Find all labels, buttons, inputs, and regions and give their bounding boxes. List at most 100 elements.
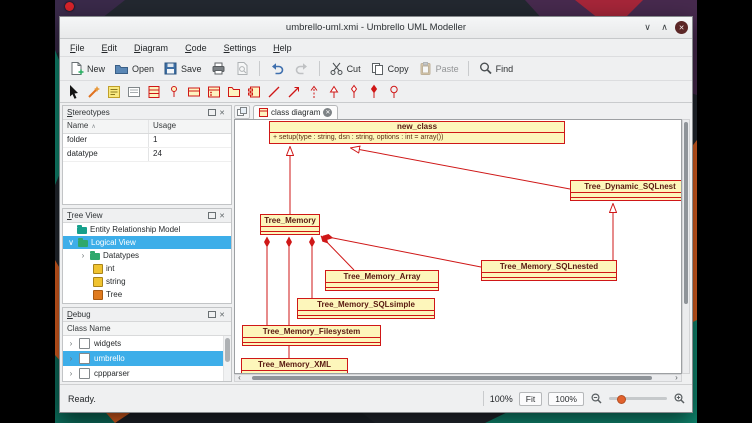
scroll-left-icon[interactable]: ‹: [235, 375, 244, 381]
tree-item-datatypes[interactable]: › Datatypes: [63, 249, 231, 262]
tree-item-string[interactable]: string: [63, 275, 231, 288]
copy-button[interactable]: Copy: [366, 59, 413, 78]
scrollbar-thumb[interactable]: [684, 122, 688, 304]
column-name[interactable]: Name∧: [63, 120, 149, 133]
stereotypes-column-headers[interactable]: Name∧ Usage: [63, 120, 231, 134]
expander-closed-icon[interactable]: ›: [67, 369, 75, 378]
expander-closed-icon[interactable]: ›: [79, 251, 87, 260]
selection-tool-button[interactable]: [65, 83, 83, 101]
zoom-slider[interactable]: [609, 392, 667, 406]
debug-column-header[interactable]: Class Name: [63, 322, 231, 336]
uml-class-tree-memory-sqlsimple[interactable]: Tree_Memory_SQLsimple: [297, 298, 435, 319]
component-tool-button[interactable]: [245, 83, 263, 101]
wand-tool-button[interactable]: [85, 83, 103, 101]
tree-item-entity-relationship-model[interactable]: Entity Relationship Model: [63, 223, 231, 236]
tree-item-int[interactable]: int: [63, 262, 231, 275]
directed-association-tool-button[interactable]: [285, 83, 303, 101]
stereotypes-header[interactable]: Stereotypes ✕: [63, 106, 231, 120]
dock-close-icon[interactable]: ✕: [217, 310, 227, 320]
aggregation-tool-button[interactable]: [345, 83, 363, 101]
zoom-value-button[interactable]: 100%: [548, 392, 584, 406]
new-label: New: [87, 64, 105, 74]
maximize-button-icon[interactable]: ∧: [658, 21, 671, 34]
class-name: new_class: [270, 122, 564, 132]
open-button[interactable]: Open: [110, 59, 158, 78]
undo-button[interactable]: [265, 59, 289, 78]
interface-tool-button[interactable]: [165, 83, 183, 101]
box-tool-button[interactable]: [125, 83, 143, 101]
diagram-canvas[interactable]: new_class + setup(type : string, dsn : s…: [234, 119, 682, 374]
cut-button[interactable]: Cut: [325, 59, 365, 78]
menu-code[interactable]: Code: [183, 42, 209, 54]
scroll-right-icon[interactable]: ›: [672, 375, 681, 381]
cut-icon: [329, 61, 344, 76]
print-button[interactable]: [207, 59, 230, 78]
dock-float-icon[interactable]: [207, 211, 217, 221]
checkbox[interactable]: [79, 368, 90, 379]
expander-closed-icon[interactable]: ›: [67, 354, 75, 363]
dock-float-icon[interactable]: [207, 310, 217, 320]
uml-class-tree-memory[interactable]: Tree_Memory: [260, 214, 320, 235]
export-button[interactable]: [231, 59, 254, 78]
table-row[interactable]: folder 1: [63, 134, 231, 148]
anchor-tool-button[interactable]: [385, 83, 403, 101]
enum-tool-button[interactable]: [205, 83, 223, 101]
find-button[interactable]: Find: [474, 59, 518, 78]
debug-item-widgets[interactable]: › widgets: [63, 336, 231, 351]
menu-diagram[interactable]: Diagram: [132, 42, 170, 54]
dependency-tool-button[interactable]: [305, 83, 323, 101]
column-usage[interactable]: Usage: [149, 120, 231, 133]
uml-class-tree-memory-array[interactable]: Tree_Memory_Array: [325, 270, 439, 291]
generalization-tool-button[interactable]: [325, 83, 343, 101]
uml-class-new-class[interactable]: new_class + setup(type : string, dsn : s…: [269, 121, 565, 144]
composition-tool-button[interactable]: [365, 83, 383, 101]
tab-class-diagram[interactable]: class diagram ✕: [253, 105, 338, 119]
slider-handle[interactable]: [617, 395, 626, 404]
dock-close-icon[interactable]: ✕: [217, 108, 227, 118]
debug-scrollbar[interactable]: [223, 336, 231, 381]
dock-close-icon[interactable]: ✕: [217, 211, 227, 221]
canvas-vertical-scrollbar[interactable]: [682, 119, 690, 374]
debug-item-cppparser[interactable]: › cppparser: [63, 366, 231, 381]
tree-item-tree[interactable]: Tree: [63, 288, 231, 301]
uml-class-tree-memory-filesystem[interactable]: Tree_Memory_Filesystem: [242, 325, 381, 346]
table-row[interactable]: datatype 24: [63, 148, 231, 162]
checkbox[interactable]: [79, 353, 90, 364]
tab-close-icon[interactable]: ✕: [323, 108, 332, 117]
diagram-list-icon: [237, 107, 247, 117]
menu-settings[interactable]: Settings: [222, 42, 259, 54]
association-tool-button[interactable]: [265, 83, 283, 101]
fit-button[interactable]: Fit: [519, 392, 542, 406]
menu-help[interactable]: Help: [271, 42, 294, 54]
close-button-icon[interactable]: ✕: [675, 21, 688, 34]
menu-file[interactable]: File: [68, 42, 87, 54]
expander-open-icon[interactable]: ∨: [67, 238, 75, 247]
minimize-button-icon[interactable]: ∨: [641, 21, 654, 34]
menu-edit[interactable]: Edit: [100, 42, 120, 54]
package-tool-button[interactable]: [225, 83, 243, 101]
uml-class-tree-memory-sqlnested[interactable]: Tree_Memory_SQLnested: [481, 260, 617, 281]
debug-header[interactable]: Debug ✕: [63, 308, 231, 322]
diagram-list-button[interactable]: [234, 105, 250, 119]
redo-button[interactable]: [290, 59, 314, 78]
expander-closed-icon[interactable]: ›: [67, 339, 75, 348]
save-button[interactable]: Save: [159, 59, 206, 78]
note-tool-button[interactable]: [105, 83, 123, 101]
checkbox[interactable]: [79, 338, 90, 349]
datatype-tool-button[interactable]: [185, 83, 203, 101]
debug-item-umbrello[interactable]: › umbrello: [63, 351, 231, 366]
uml-class-tree-dynamic-sqlnest[interactable]: Tree_Dynamic_SQLnest: [570, 180, 682, 201]
uml-class-tree-memory-xml[interactable]: Tree_Memory_XML: [241, 358, 348, 374]
zoom-in-icon[interactable]: [673, 392, 686, 405]
class-tool-button[interactable]: [145, 83, 163, 101]
scrollbar-thumb[interactable]: [252, 376, 652, 380]
canvas-horizontal-scrollbar[interactable]: ‹ ›: [234, 374, 682, 382]
dock-float-icon[interactable]: [207, 108, 217, 118]
paste-button[interactable]: Paste: [414, 59, 463, 78]
tree-view-header[interactable]: Tree View ✕: [63, 209, 231, 223]
tree-item-logical-view[interactable]: ∨ Logical View: [63, 236, 231, 249]
zoom-out-icon[interactable]: [590, 392, 603, 405]
new-button[interactable]: New: [65, 59, 109, 78]
scrollbar-thumb[interactable]: [225, 338, 230, 362]
titlebar[interactable]: umbrello-uml.xmi - Umbrello UML Modeller…: [60, 17, 692, 39]
